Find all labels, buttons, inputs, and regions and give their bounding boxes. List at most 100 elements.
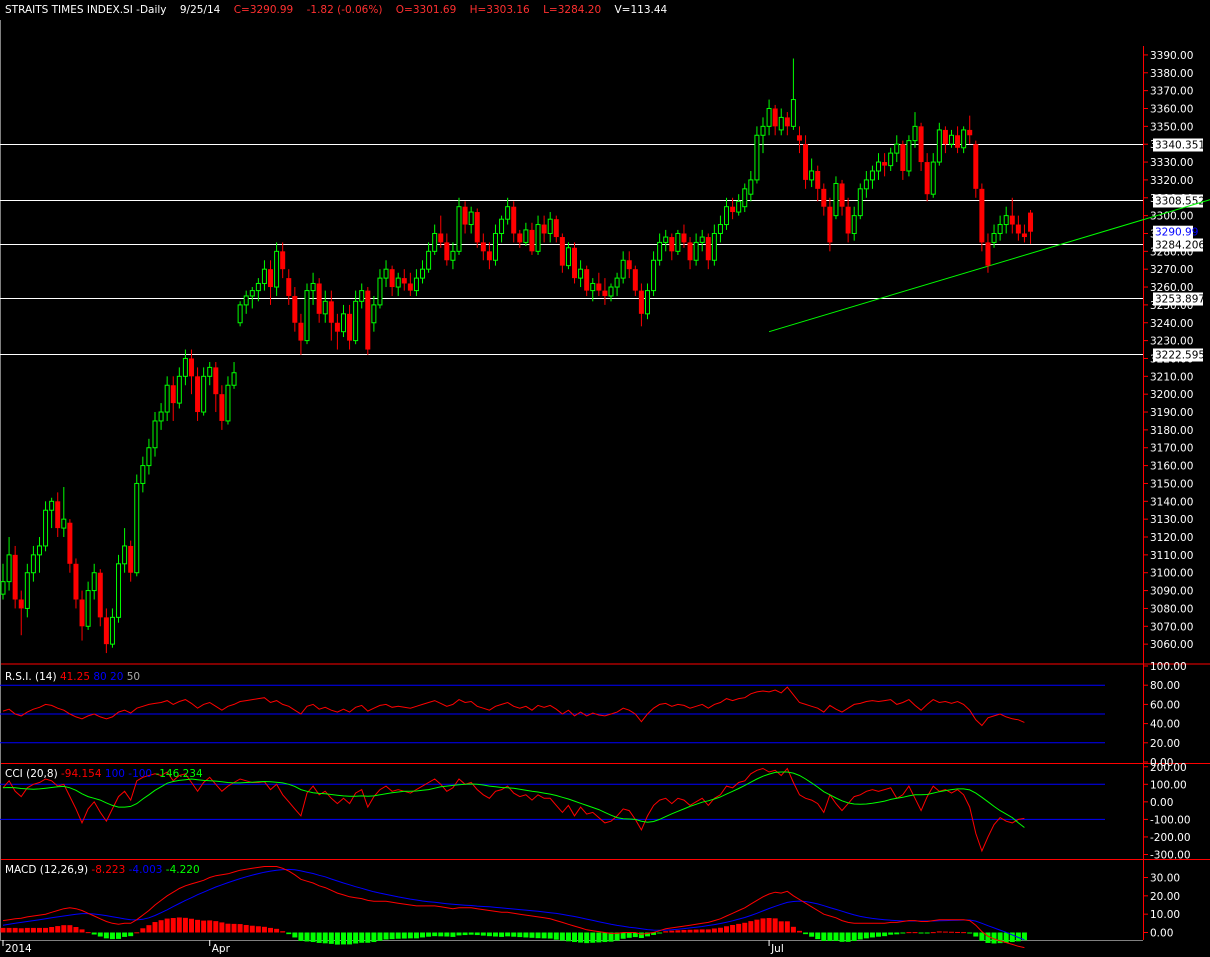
price-axis-tick-label: 3190.00: [1150, 407, 1193, 419]
macd-histogram-bar: [517, 932, 523, 938]
macd-histogram-bar: [657, 932, 663, 934]
candle-body-down: [845, 206, 851, 234]
macd-histogram-bar: [973, 932, 979, 937]
rsi-axis-tick-label: 80.00: [1150, 680, 1180, 692]
candle-body-down: [632, 269, 638, 291]
price-axis-tick-label: 3260.00: [1150, 282, 1193, 294]
candle-body-down: [584, 269, 590, 291]
macd-histogram-bar: [432, 932, 438, 937]
candle-body-down: [389, 269, 395, 288]
macd-histogram-bar: [584, 932, 590, 944]
candle-body-up: [578, 268, 584, 279]
candle-body-up: [724, 206, 730, 226]
macd-histogram-bar: [146, 925, 152, 933]
candle-body-up: [565, 247, 571, 267]
macd-histogram-bar: [705, 929, 711, 933]
candle-body-up: [413, 277, 419, 292]
level-label: 3308.552: [1155, 196, 1205, 208]
candle-body-up: [912, 125, 918, 142]
candle-body-down: [1015, 224, 1021, 234]
macd-axis-tick-label: 0.00: [1150, 928, 1173, 940]
macd-histogram-bar: [274, 928, 280, 933]
candle-body-down: [942, 129, 948, 145]
macd-histogram-bar: [717, 927, 723, 933]
macd-histogram-bar: [30, 927, 36, 933]
rsi-legend-value: 50: [127, 671, 140, 683]
candle-body-up: [857, 188, 863, 217]
candle-body-up: [450, 250, 456, 261]
macd-histogram-bar: [371, 932, 377, 943]
macd-histogram-bar: [681, 929, 687, 933]
candle-body-up: [6, 554, 12, 583]
macd-histogram-bar: [687, 929, 693, 933]
macd-histogram-bar: [948, 931, 954, 933]
candle-body-down: [444, 242, 450, 261]
candle-body-up: [304, 290, 310, 342]
macd-histogram-bar: [809, 932, 815, 937]
candle-body-up: [420, 268, 426, 279]
macd-histogram-bar: [444, 932, 450, 937]
candle-body-up: [876, 161, 882, 172]
candle-body-down: [772, 108, 778, 127]
price-axis-tick-label: 3200.00: [1150, 389, 1193, 401]
macd-histogram-bar: [18, 928, 24, 933]
rsi-legend: R.S.I. (14) 41.25 80 20 50: [5, 671, 140, 683]
stock-chart[interactable]: 3060.00 3070.00 3080.00 3090.00 3100.00 3110.…: [0, 0, 1210, 957]
candle-body-up: [456, 206, 462, 252]
candle-body-down: [882, 162, 888, 166]
candle-body-up: [997, 224, 1003, 234]
macd-histogram-bar: [888, 932, 894, 935]
macd-histogram-bar: [389, 932, 395, 940]
macd-histogram-bar: [663, 931, 669, 933]
candle-body-up: [237, 304, 243, 324]
macd-histogram-bar: [833, 932, 839, 941]
macd-histogram-bar: [55, 926, 61, 933]
macd-histogram-bar: [894, 932, 900, 935]
candle-body-up: [535, 224, 541, 252]
candle-body-up: [620, 259, 626, 279]
macd-histogram-bar: [316, 932, 322, 943]
candle-body-down: [462, 206, 468, 225]
macd-histogram-bar: [602, 932, 608, 943]
candle-body-down: [286, 278, 292, 296]
candle-body-up: [742, 188, 748, 208]
macd-legend: MACD (12,26,9) -8.223 -4.003 -4.220: [5, 864, 200, 876]
macd-histogram-bar: [450, 932, 456, 937]
candle-body-down: [1009, 215, 1015, 225]
macd-histogram-bar: [930, 932, 936, 934]
candle-body-up: [614, 277, 620, 288]
price-axis-tick-label: 3390.00: [1150, 50, 1193, 62]
macd-histogram-bar: [882, 932, 888, 937]
candle-body-up: [736, 200, 742, 213]
candle-body-up: [778, 116, 784, 131]
macd-histogram-bar: [322, 932, 328, 944]
last-price-label: 3290.99: [1155, 227, 1198, 239]
macd-histogram-bar: [869, 932, 875, 938]
macd-histogram-bar: [961, 932, 967, 934]
candle-body-up: [468, 211, 474, 226]
cci-legend-value: -94.154: [61, 768, 105, 780]
candle-body-up: [261, 268, 267, 284]
candle-body-up: [651, 259, 657, 292]
candle-body-down: [602, 290, 608, 296]
candle-body-up: [146, 447, 152, 467]
price-axis-tick-label: 3110.00: [1150, 550, 1193, 562]
rsi-axis-tick-label: 20.00: [1150, 738, 1180, 750]
candle-body-down: [298, 322, 304, 341]
candle-body-down: [365, 290, 371, 350]
macd-histogram-bar: [261, 926, 267, 933]
cci-line: [2, 767, 1025, 853]
candle-body-down: [103, 617, 109, 645]
candle-body-up: [699, 236, 705, 243]
candle-body-up: [426, 250, 432, 270]
price-axis-tick-label: 3300.00: [1150, 211, 1193, 223]
macd-histogram-bar: [578, 932, 584, 943]
macd-histogram-bar: [438, 932, 444, 937]
candle-body-up: [657, 241, 663, 261]
cci-axis-tick-label: 200.00: [1150, 762, 1187, 774]
macd-histogram-bar: [979, 932, 985, 941]
price-axis-tick-label: 3060.00: [1150, 639, 1193, 651]
cci-legend-value: -100: [128, 768, 155, 780]
macd-histogram-bar: [742, 922, 748, 933]
candle-body-down: [669, 237, 675, 252]
